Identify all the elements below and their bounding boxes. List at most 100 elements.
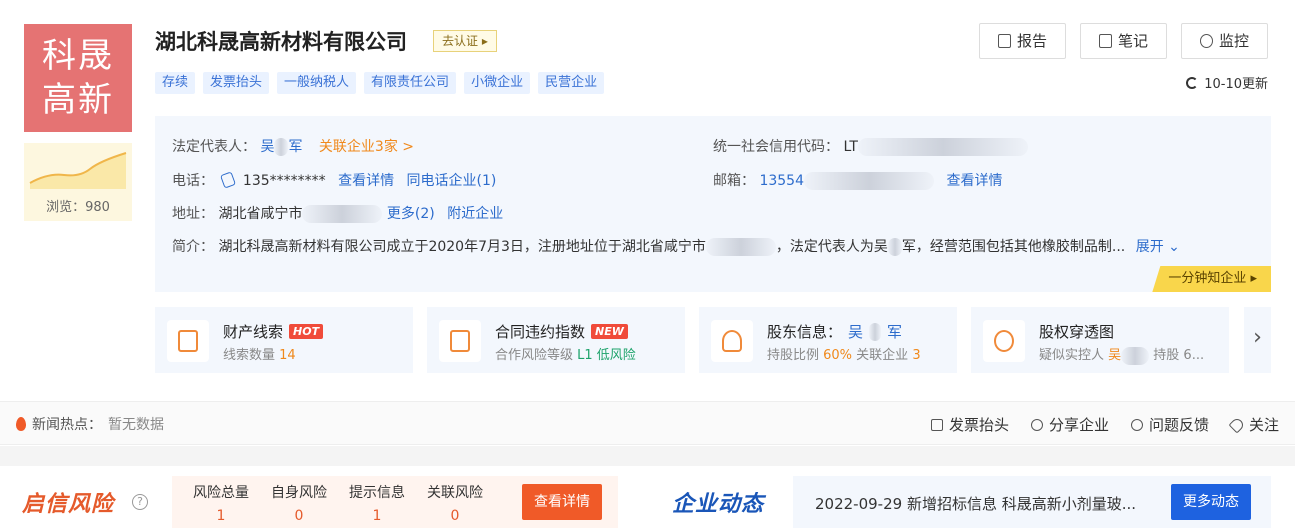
news-value: 暂无数据: [108, 417, 164, 433]
update-status[interactable]: 10-10更新: [1186, 73, 1268, 92]
contract-icon: [439, 320, 481, 362]
legal-rep-name-a[interactable]: 吴: [260, 139, 274, 155]
phone-icon: [220, 171, 237, 189]
section-divider: [0, 446, 1295, 466]
risk-col-label: 风险总量: [193, 485, 249, 501]
fire-icon: [16, 417, 26, 431]
masked-text: [705, 238, 776, 256]
logo-line-2: 高新: [42, 80, 114, 120]
masked-text: [804, 172, 934, 190]
equity-chart-card[interactable]: 股权穿透图 疑似实控人 吴 持股 6...: [971, 307, 1229, 373]
feedback-link[interactable]: 问题反馈: [1130, 414, 1209, 435]
email-label: 邮箱：: [713, 173, 755, 189]
monitor-button[interactable]: 监控: [1180, 23, 1268, 59]
intro-text-b: ，法定代表人为吴: [775, 239, 888, 255]
risk-level: L1 低风险: [577, 348, 636, 363]
logo-line-1: 科晟: [42, 36, 114, 76]
shareholder-name-a[interactable]: 吴: [848, 321, 863, 342]
card-title: 合同违约指数: [495, 323, 586, 341]
help-icon[interactable]: ?: [132, 494, 148, 510]
risk-hint[interactable]: 提示信息 1: [338, 482, 416, 524]
card-sub: 线索数量: [223, 348, 280, 363]
risk-self[interactable]: 自身风险 0: [260, 482, 338, 524]
risk-col-value: 0: [450, 508, 460, 524]
tag-item[interactable]: 存续: [155, 72, 196, 94]
expand-link[interactable]: 展开 ⌄: [1136, 239, 1180, 255]
email-detail-link[interactable]: 查看详情: [946, 173, 1002, 189]
company-name: 湖北科晟高新材料有限公司: [155, 30, 407, 54]
tag-item[interactable]: 民营企业: [538, 72, 605, 94]
phone-row: 电话： 135******** 查看详情 同电话企业(1): [172, 170, 496, 190]
cert-button[interactable]: 去认证 ▸: [433, 30, 497, 52]
tag-item[interactable]: 发票抬头: [203, 72, 270, 94]
cards-next-arrow[interactable]: ›: [1244, 307, 1271, 373]
credit-code-row: 统一社会信用代码： LT: [713, 136, 1028, 156]
address-more-link[interactable]: 更多(2): [387, 206, 435, 222]
masked-text: [302, 205, 383, 223]
address-label: 地址：: [172, 206, 214, 222]
legal-rep-row: 法定代表人： 吴军 关联企业3家 >: [172, 136, 414, 156]
more-dynamics-button[interactable]: 更多动态: [1171, 484, 1251, 520]
shareholder-card[interactable]: 股东信息： 吴 军 持股比例 60% 关联企业 3: [699, 307, 957, 373]
credit-code-label: 统一社会信用代码：: [713, 139, 839, 155]
risk-summary: 风险总量 1 自身风险 0 提示信息 1 关联风险 0 查看详情: [172, 476, 618, 528]
report-label: 报告: [1016, 32, 1047, 50]
asset-icon: [167, 320, 209, 362]
invoice-link[interactable]: 发票抬头: [930, 414, 1009, 435]
masked-text: [1121, 346, 1150, 365]
shareholder-name-b[interactable]: 军: [887, 321, 902, 342]
dynamics-title: 企业动态: [672, 492, 765, 517]
nearby-companies-link[interactable]: 附近企业: [447, 206, 503, 222]
trend-chart-icon: [29, 152, 127, 189]
header-actions: 报告 笔记 监控: [978, 23, 1268, 59]
bottom-section: 启信风险 ? 风险总量 1 自身风险 0 提示信息 1 关联风险 0 查看详情 …: [0, 466, 1295, 528]
card-sub: 合作风险等级: [495, 348, 578, 363]
related-companies-link[interactable]: 关联企业3家 >: [319, 139, 414, 155]
address-row: 地址： 湖北省咸宁市 更多(2) 附近企业: [172, 203, 503, 223]
dynamics-text[interactable]: 2022-09-29 新增招标信息 科晟高新小剂量玻...: [815, 493, 1136, 514]
same-phone-link[interactable]: 同电话企业(1): [407, 173, 497, 189]
address-value: 湖北省咸宁市: [218, 206, 303, 222]
quick-intro-button[interactable]: 一分钟知企业 ▸: [1152, 266, 1271, 292]
legal-rep-label: 法定代表人：: [172, 139, 256, 155]
masked-text: [857, 138, 1028, 156]
new-badge: NEW: [591, 324, 628, 339]
card-sub: 疑似实控人: [1039, 348, 1109, 363]
intro-row: 简介： 湖北科晟高新材料有限公司成立于2020年7月3日，注册地址位于湖北省咸宁…: [172, 236, 1180, 256]
views-count: 浏览：980: [46, 200, 110, 215]
info-panel: 法定代表人： 吴军 关联企业3家 > 统一社会信用代码： LT 电话： 135*…: [155, 116, 1271, 292]
legal-rep-name-b[interactable]: 军: [288, 139, 302, 155]
risk-col-label: 提示信息: [349, 485, 405, 501]
update-label: 10-10更新: [1204, 77, 1268, 92]
report-button[interactable]: 报告: [978, 23, 1066, 59]
share-link[interactable]: 分享企业: [1030, 414, 1109, 435]
risk-related[interactable]: 关联风险 0: [416, 482, 494, 524]
card-sub: 持股比例: [767, 348, 824, 363]
risk-col-value: 1: [372, 508, 382, 524]
tag-item[interactable]: 有限责任公司: [364, 72, 457, 94]
phone-detail-link[interactable]: 查看详情: [338, 173, 394, 189]
risk-detail-button[interactable]: 查看详情: [522, 484, 602, 520]
notes-button[interactable]: 笔记: [1079, 23, 1167, 59]
report-icon: [997, 34, 1011, 48]
email-value[interactable]: 13554: [759, 173, 804, 189]
person-icon: [711, 320, 753, 362]
intro-text-c: 军，经营范围包括其他橡胶制品制...: [901, 239, 1126, 255]
asset-clues-card[interactable]: 财产线索 HOT 线索数量 14: [155, 307, 413, 373]
refresh-icon: [1186, 76, 1199, 89]
card-title: 财产线索: [223, 323, 284, 341]
contract-breach-card[interactable]: 合同违约指数 NEW 合作风险等级 L1 低风险: [427, 307, 685, 373]
intro-text-a: 湖北科晟高新材料有限公司成立于2020年7月3日，注册地址位于湖北省咸宁市: [218, 239, 706, 255]
tag-item[interactable]: 小微企业: [464, 72, 531, 94]
related-count: 3: [912, 348, 921, 363]
tag-item[interactable]: 一般纳税人: [277, 72, 357, 94]
follow-link[interactable]: 关注: [1228, 414, 1279, 435]
edit-icon: [1098, 34, 1112, 48]
hot-badge: HOT: [289, 324, 324, 339]
phone-value: 135********: [242, 173, 326, 189]
credit-code-value: LT: [843, 139, 858, 155]
news-label: 新闻热点：: [32, 417, 102, 433]
risk-total[interactable]: 风险总量 1: [182, 482, 260, 524]
controller-name: 吴: [1108, 348, 1122, 363]
invoice-icon: [930, 418, 943, 431]
